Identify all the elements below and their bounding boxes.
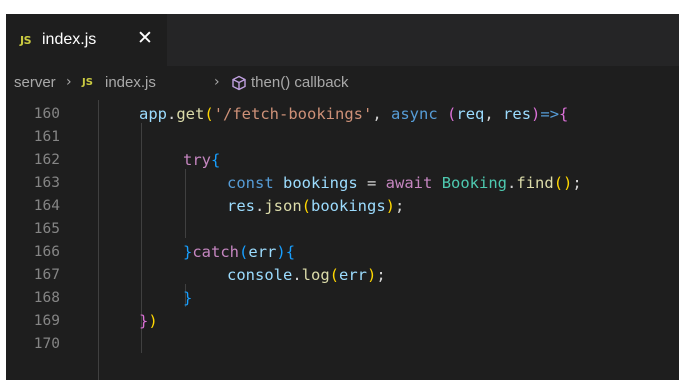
line-number: 164 xyxy=(33,198,60,214)
chevron-right-icon: › xyxy=(66,74,72,90)
javascript-file-icon: JS xyxy=(82,77,93,88)
code-token: ( xyxy=(329,266,340,284)
code-token: ; xyxy=(572,174,582,192)
code-token: err xyxy=(339,266,368,284)
tab-label: index.js xyxy=(42,31,97,48)
code-token: ) xyxy=(367,266,377,284)
code-line[interactable]: 162 try{ xyxy=(6,149,679,172)
code-token: ( xyxy=(301,197,312,215)
code-token: req xyxy=(456,105,485,123)
breadcrumb-symbol[interactable]: then() callback xyxy=(251,74,349,91)
code-token: . xyxy=(507,174,517,192)
code-token: ) xyxy=(385,197,396,215)
code-token: . xyxy=(167,105,177,123)
code-token: , xyxy=(484,105,504,123)
code-token: ) xyxy=(148,312,158,330)
line-number: 163 xyxy=(33,175,60,191)
code-token: ) xyxy=(531,105,541,123)
close-icon[interactable]: ✕ xyxy=(137,28,153,48)
line-number: 167 xyxy=(33,267,60,283)
code-token: Booking xyxy=(441,174,508,192)
code-token: ) xyxy=(276,243,286,261)
line-number: 168 xyxy=(33,290,60,306)
line-number: 160 xyxy=(33,106,60,122)
code-token: async xyxy=(391,105,438,123)
breadcrumb-file[interactable]: index.js xyxy=(105,74,156,91)
code-token: ( xyxy=(239,243,249,261)
code-token: const xyxy=(227,174,274,192)
code-token: => xyxy=(540,105,560,123)
chevron-right-icon: › xyxy=(214,74,220,90)
code-token: { xyxy=(559,105,569,123)
code-line[interactable]: 167 console.log(err); xyxy=(6,264,679,287)
code-line[interactable]: 168} xyxy=(6,287,679,310)
code-text: res.json(bookings); xyxy=(227,195,404,218)
code-token: ; xyxy=(395,197,405,215)
code-token: res xyxy=(503,105,532,123)
editor-window: JS index.js ✕ server › JS index.js › the… xyxy=(6,14,679,380)
code-token: find xyxy=(516,174,554,192)
code-text: }catch(err){ xyxy=(183,241,295,264)
code-token: try xyxy=(183,151,211,169)
code-token: bookings xyxy=(311,197,386,215)
code-line[interactable]: 169}) xyxy=(6,310,679,333)
code-token: { xyxy=(211,151,221,169)
code-token: err xyxy=(248,243,277,261)
code-line[interactable]: 170 xyxy=(6,333,679,356)
code-token: ( xyxy=(447,105,457,123)
code-token: await xyxy=(385,174,433,192)
line-number: 162 xyxy=(33,152,60,168)
code-token: '/fetch-bookings' xyxy=(213,105,373,123)
code-line[interactable]: 164 res.json(bookings); xyxy=(6,195,679,218)
code-text: app.get('/fetch-bookings', async (req, r… xyxy=(139,103,568,126)
code-token: ; xyxy=(376,266,386,284)
code-token: log xyxy=(301,266,330,284)
code-token: console xyxy=(227,266,293,284)
code-line[interactable]: 166}catch(err){ xyxy=(6,241,679,264)
code-token: get xyxy=(176,105,205,123)
line-number: 161 xyxy=(33,129,60,145)
code-line[interactable]: 160 app.get('/fetch-bookings', async (req… xyxy=(6,103,679,126)
code-token: () xyxy=(553,174,573,192)
code-token: } xyxy=(139,312,149,330)
code-token: res xyxy=(227,197,255,215)
code-text: console.log(err); xyxy=(227,264,386,287)
line-number: 170 xyxy=(33,336,60,352)
code-token: json xyxy=(264,197,302,215)
cube-icon xyxy=(232,75,246,91)
code-token: . xyxy=(292,266,302,284)
code-token: , xyxy=(372,105,391,123)
code-line[interactable]: 161 xyxy=(6,126,679,149)
javascript-file-icon: JS xyxy=(20,34,32,47)
code-token: . xyxy=(255,197,265,215)
code-token: } xyxy=(183,289,193,307)
line-number: 166 xyxy=(33,244,60,260)
code-text: try{ xyxy=(183,149,220,172)
tab-index-js[interactable]: JS index.js ✕ xyxy=(6,14,167,66)
code-token: catch xyxy=(192,243,240,261)
code-token: bookings xyxy=(283,174,358,192)
tab-bar: JS index.js ✕ xyxy=(6,14,679,66)
code-line[interactable]: 163 const bookings = await Booking.find()… xyxy=(6,172,679,195)
code-token: } xyxy=(183,243,193,261)
code-line[interactable]: 165 xyxy=(6,218,679,241)
code-token: { xyxy=(285,243,296,261)
code-editor[interactable]: 160 app.get('/fetch-bookings', async (req… xyxy=(6,100,679,380)
code-token: ( xyxy=(204,105,214,123)
breadcrumb: server › JS index.js › then() callback xyxy=(6,66,679,100)
line-number: 169 xyxy=(33,313,60,329)
line-number: 165 xyxy=(33,221,60,237)
breadcrumb-folder[interactable]: server xyxy=(14,74,56,91)
code-token: app xyxy=(139,105,167,123)
code-text: }) xyxy=(139,310,158,333)
code-text: const bookings = await Booking.find(); xyxy=(227,172,582,195)
code-text: } xyxy=(183,287,192,310)
code-token: = xyxy=(357,174,386,192)
